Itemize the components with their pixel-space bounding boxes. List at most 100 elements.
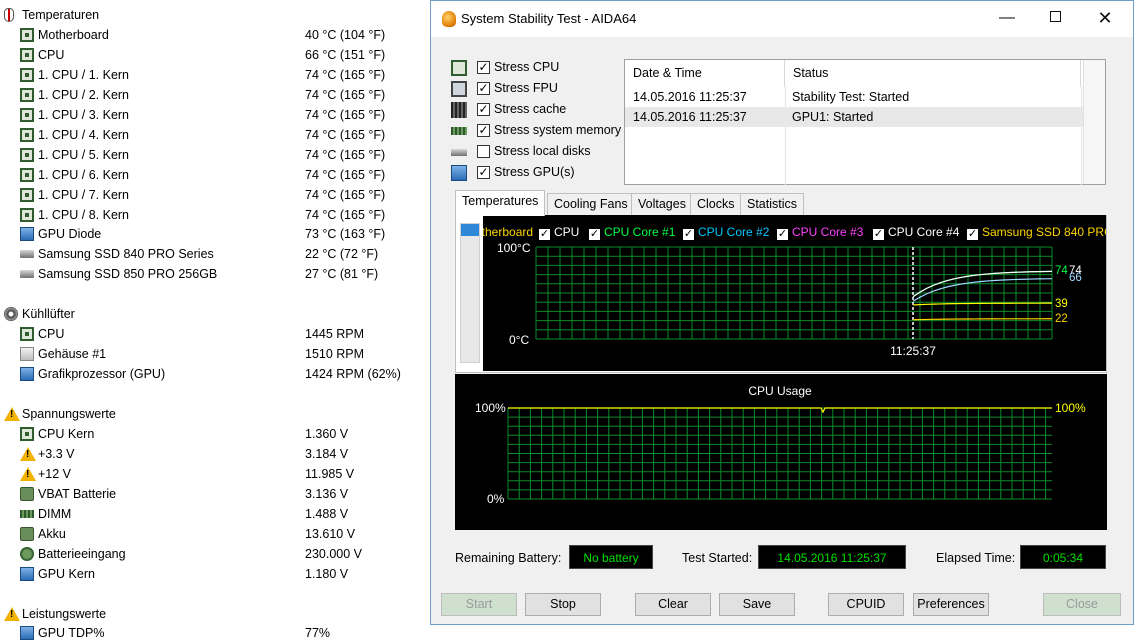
sensor-label: 1. CPU / 6. Kern: [38, 167, 130, 182]
stress-option[interactable]: ✓ Stress cache: [451, 100, 631, 120]
stability-test-window: System Stability Test - AIDA64 — ✕ ✓ Stre…: [430, 0, 1134, 625]
start-button[interactable]: Start: [441, 593, 517, 616]
sensor-row[interactable]: 1. CPU / 8. Kern 74 °C (165 °F): [0, 205, 430, 225]
column-header-status[interactable]: Status: [785, 60, 1081, 87]
stress-option-label: Stress GPU(s): [494, 165, 575, 179]
sensor-row[interactable]: Batterieeingang 230.000 V: [0, 544, 430, 564]
gpu-icon: [20, 566, 34, 581]
sensor-label: CPU Kern: [38, 426, 95, 441]
sensor-row[interactable]: 1. CPU / 4. Kern 74 °C (165 °F): [0, 125, 430, 145]
chip-icon: [20, 187, 34, 202]
stress-checkbox[interactable]: ✓: [477, 103, 490, 116]
sensor-label: 1. CPU / 2. Kern: [38, 87, 130, 102]
sensor-row[interactable]: CPU Kern 1.360 V: [0, 424, 430, 444]
stress-option[interactable]: ✓ Stress system memory: [451, 121, 631, 141]
sensor-row[interactable]: Motherboard 40 °C (104 °F): [0, 25, 430, 45]
sensor-row[interactable]: VBAT Batterie 3.136 V: [0, 484, 430, 504]
warning-icon: [4, 407, 20, 421]
maximize-icon: [1049, 11, 1061, 22]
tab-clocks[interactable]: Clocks: [690, 193, 742, 215]
close-button[interactable]: Close: [1043, 593, 1121, 616]
cpu-graph-title: CPU Usage: [748, 384, 812, 398]
battery-icon: [20, 486, 34, 501]
sensor-row[interactable]: +12 V 11.985 V: [0, 464, 430, 484]
preferences-button[interactable]: Preferences: [913, 593, 989, 616]
sensor-value: 74 °C (165 °F): [305, 187, 386, 202]
close-window-button[interactable]: ✕: [1081, 1, 1129, 35]
cpu-usage-plot: CPU Usage 100% 0% 100%: [475, 384, 1086, 506]
sensor-row[interactable]: CPU 1445 RPM: [0, 324, 430, 344]
scrollbar-thumb[interactable]: [461, 224, 479, 236]
stress-option[interactable]: Stress local disks: [451, 142, 631, 162]
memory-icon: [20, 509, 34, 518]
sensor-row[interactable]: 1. CPU / 1. Kern 74 °C (165 °F): [0, 65, 430, 85]
column-header-date-time[interactable]: Date & Time: [625, 60, 785, 87]
stress-checkbox[interactable]: ✓: [477, 82, 490, 95]
warning-icon: [20, 446, 36, 461]
stress-checkbox[interactable]: ✓: [477, 124, 490, 137]
sensor-row[interactable]: Samsung SSD 840 PRO Series 22 °C (72 °F): [0, 244, 430, 264]
sensor-section-header[interactable]: Spannungswerte: [0, 404, 430, 424]
time-label: 11:25:37: [890, 344, 936, 358]
stress-option-label: Stress cache: [494, 102, 567, 116]
table-scrollbar[interactable]: [1083, 60, 1105, 184]
table-row[interactable]: 14.05.2016 11:25:37 GPU1: Started: [625, 107, 1085, 127]
sensor-row[interactable]: 1. CPU / 6. Kern 74 °C (165 °F): [0, 165, 430, 185]
sensor-row[interactable]: 1. CPU / 3. Kern 74 °C (165 °F): [0, 105, 430, 125]
sensor-row[interactable]: Grafikprozessor (GPU) 1424 RPM (62%): [0, 364, 430, 384]
sensor-value: 1424 RPM (62%): [305, 367, 401, 382]
sensor-row[interactable]: Samsung SSD 850 PRO 256GB 27 °C (81 °F): [0, 264, 430, 284]
clear-button[interactable]: Clear: [635, 593, 711, 616]
elapsed-time-value: 0:05:34: [1020, 545, 1106, 569]
stress-checkbox[interactable]: ✓: [477, 166, 490, 179]
sensor-value: 3.184 V: [305, 446, 349, 461]
minimize-button[interactable]: —: [983, 1, 1031, 35]
sensor-row[interactable]: GPU Diode 73 °C (163 °F): [0, 224, 430, 244]
sensor-row[interactable]: DIMM 1.488 V: [0, 504, 430, 524]
chip-icon: [20, 327, 34, 342]
status-log-table[interactable]: Date & Time Status 14.05.2016 11:25:37 S…: [624, 59, 1106, 185]
stop-button[interactable]: Stop: [525, 593, 601, 616]
stress-option[interactable]: ✓ Stress CPU: [451, 58, 631, 78]
sensor-row[interactable]: 1. CPU / 7. Kern 74 °C (165 °F): [0, 185, 430, 205]
cpuid-button[interactable]: CPUID: [828, 593, 904, 616]
gpu-icon: [451, 165, 467, 181]
tab-voltages[interactable]: Voltages: [631, 193, 693, 215]
sensor-label: GPU Kern: [38, 566, 95, 581]
stress-checkbox[interactable]: ✓: [477, 61, 490, 74]
tab-temperatures[interactable]: Temperatures: [455, 190, 546, 216]
stress-option[interactable]: ✓ Stress FPU: [451, 79, 631, 99]
title-bar[interactable]: System Stability Test - AIDA64 — ✕: [431, 1, 1133, 37]
chip-icon: [20, 167, 34, 182]
sensor-row[interactable]: +3.3 V 3.184 V: [0, 444, 430, 464]
sensor-label: DIMM: [38, 506, 72, 521]
fan-icon: [4, 307, 18, 322]
gpu-icon: [20, 367, 34, 382]
sensor-row[interactable]: CPU 66 °C (151 °F): [0, 45, 430, 65]
sensor-section-header[interactable]: Kühllüfter: [0, 304, 430, 324]
sensor-row[interactable]: Akku 13.610 V: [0, 524, 430, 544]
stress-option[interactable]: ✓ Stress GPU(s): [451, 163, 631, 183]
tab-cooling-fans[interactable]: Cooling Fans: [547, 193, 635, 215]
sensor-label: Akku: [38, 526, 66, 541]
save-button[interactable]: Save: [719, 593, 795, 616]
sensor-row[interactable]: Gehäuse #1 1510 RPM: [0, 344, 430, 364]
sensor-value: 74 °C (165 °F): [305, 107, 386, 122]
sensor-label: CPU: [38, 327, 65, 342]
sensor-value: 22 °C (72 °F): [305, 247, 379, 262]
sensor-row[interactable]: GPU TDP% 77%: [0, 623, 430, 643]
sensor-section-header[interactable]: Temperaturen: [0, 5, 430, 25]
sensor-row[interactable]: GPU Kern 1.180 V: [0, 564, 430, 584]
sensor-label: Samsung SSD 850 PRO 256GB: [38, 267, 218, 282]
test-started-label: Test Started:: [682, 551, 753, 565]
stress-checkbox[interactable]: [477, 145, 490, 158]
sensor-value: 74 °C (165 °F): [305, 127, 386, 142]
sensor-row[interactable]: 1. CPU / 2. Kern 74 °C (165 °F): [0, 85, 430, 105]
sensor-value: 74 °C (165 °F): [305, 167, 386, 182]
table-row[interactable]: 14.05.2016 11:25:37 Stability Test: Star…: [625, 87, 1085, 107]
maximize-button[interactable]: [1031, 1, 1079, 35]
sensor-section-header[interactable]: Leistungswerte: [0, 604, 430, 624]
sensor-row[interactable]: 1. CPU / 5. Kern 74 °C (165 °F): [0, 145, 430, 165]
sensor-selector-scrollbar[interactable]: [460, 223, 480, 363]
tab-statistics[interactable]: Statistics: [740, 193, 805, 215]
